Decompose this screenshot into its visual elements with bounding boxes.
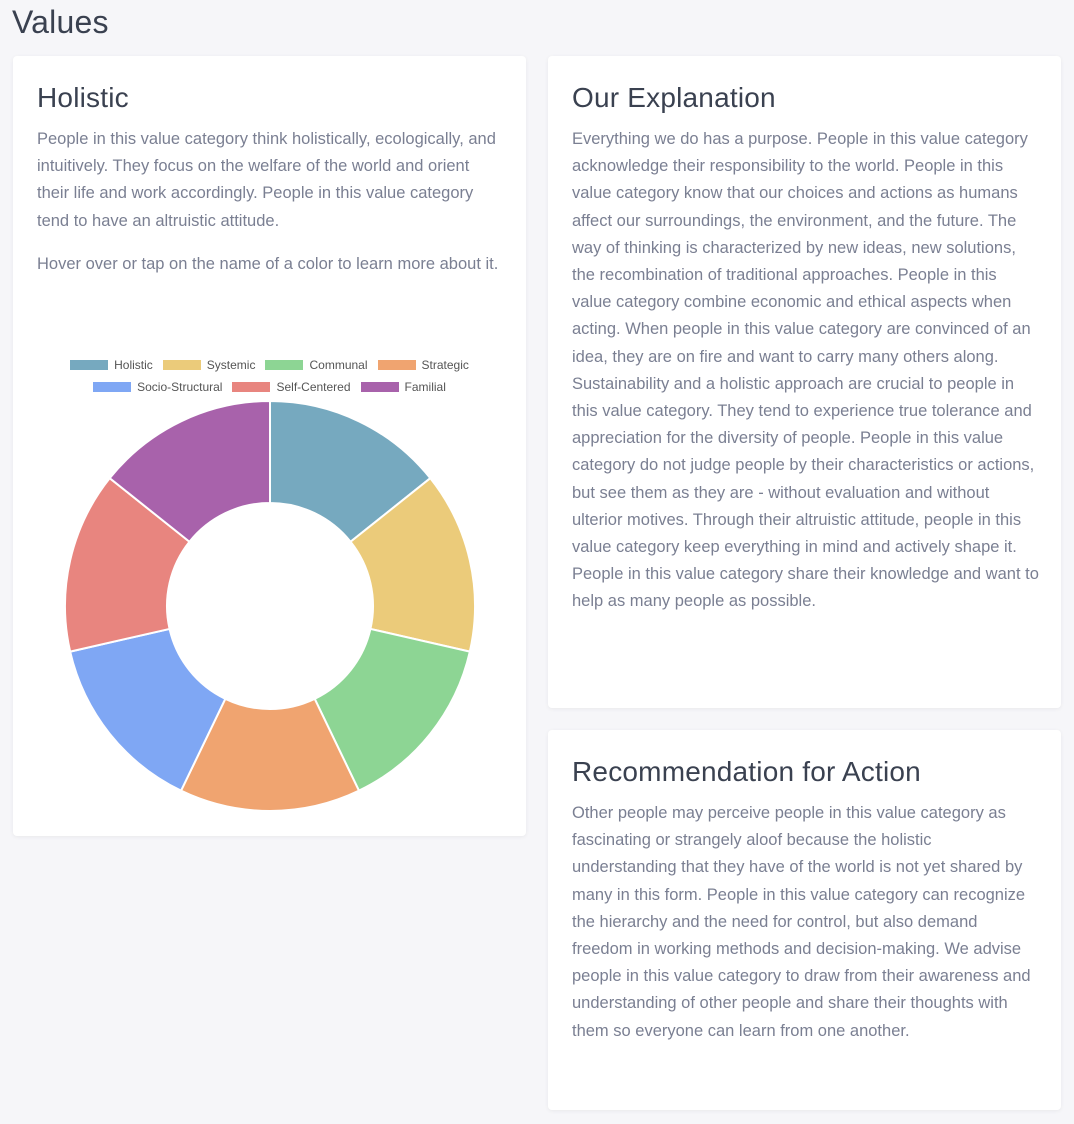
legend-swatch [232, 382, 271, 392]
legend-item-holistic[interactable]: Holistic [70, 358, 153, 372]
recommendation-text: Other people may perceive people in this… [572, 804, 1031, 1040]
chart-legend: Holistic Systemic Communal Strategic Socio-… [13, 354, 526, 398]
legend-label: Socio-Structural [137, 380, 223, 394]
legend-label: Self-Centered [276, 380, 351, 394]
legend-item-familial[interactable]: Familial [360, 380, 446, 394]
legend-label: Familial [404, 380, 446, 394]
legend-item-strategic[interactable]: Strategic [377, 358, 469, 372]
legend-swatch [70, 360, 109, 370]
holistic-title: Holistic [37, 82, 129, 113]
explanation-title: Our Explanation [572, 82, 776, 113]
legend-item-communal[interactable]: Communal [265, 358, 368, 372]
legend-label: Strategic [421, 358, 469, 372]
holistic-description: People in this value category think holi… [37, 130, 496, 230]
legend-swatch [93, 382, 132, 392]
legend-swatch [162, 360, 201, 370]
explanation-text: Everything we do has a purpose. People i… [572, 130, 1039, 611]
legend-label: Systemic [206, 358, 256, 372]
legend-item-self-centered[interactable]: Self-Centered [232, 380, 351, 394]
legend-swatch [377, 360, 416, 370]
recommendation-title: Recommendation for Action [572, 756, 921, 787]
recommendation-card: Recommendation for Action Other people m… [548, 730, 1061, 1110]
holistic-card: Holistic People in this value category t… [13, 56, 526, 836]
legend-swatch [265, 360, 304, 370]
legend-label: Communal [309, 358, 368, 372]
explanation-card: Our Explanation Everything we do has a p… [548, 56, 1061, 708]
legend-row: Socio-Structural Self-Centered Familial [13, 376, 526, 398]
values-donut-chart [64, 399, 476, 812]
legend-swatch [360, 382, 399, 392]
legend-row: Holistic Systemic Communal Strategic [13, 354, 526, 376]
legend-item-systemic[interactable]: Systemic [162, 358, 256, 372]
legend-label: Holistic [114, 358, 153, 372]
legend-item-socio-structural[interactable]: Socio-Structural [93, 380, 222, 394]
page-title: Values [12, 4, 109, 40]
holistic-hint: Hover over or tap on the name of a color… [37, 254, 499, 273]
